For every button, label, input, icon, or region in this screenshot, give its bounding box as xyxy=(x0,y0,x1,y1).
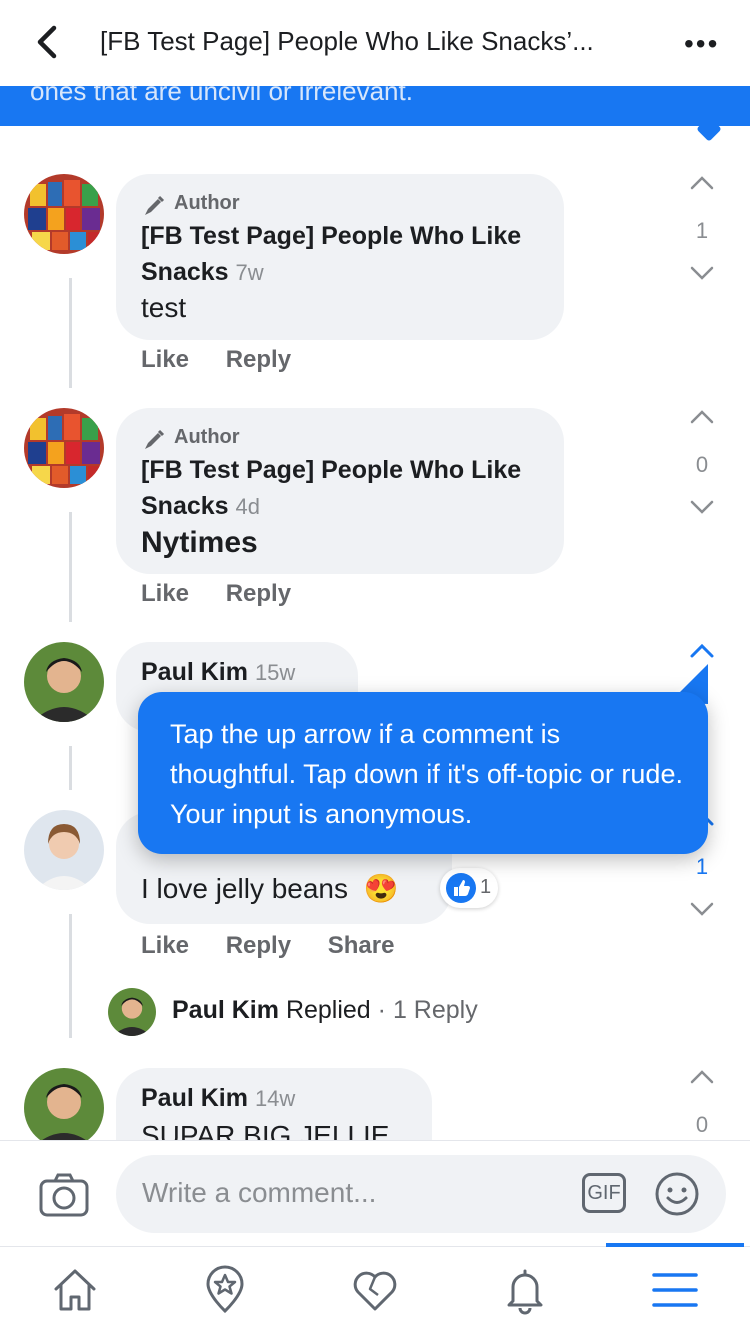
more-options-icon[interactable]: ••• xyxy=(684,28,719,60)
info-banner: ones that are uncivil or irrelevant. xyxy=(0,86,750,126)
comment-composer: Write a comment... GIF xyxy=(0,1140,750,1247)
replies-link[interactable]: Paul Kim Replied · 1 Reply xyxy=(172,996,478,1025)
camera-icon[interactable] xyxy=(38,1171,90,1219)
menu-icon[interactable] xyxy=(650,1265,700,1315)
snacks-avatar-image xyxy=(24,174,104,254)
pencil-icon xyxy=(145,429,165,449)
reply-button[interactable]: Reply xyxy=(226,580,291,607)
downvote-icon[interactable] xyxy=(688,258,716,286)
comment-author-name[interactable]: [FB Test Page] People Who Like Snacks 4d xyxy=(141,452,551,525)
author-name-text: Paul Kim xyxy=(141,658,248,686)
upvote-icon[interactable] xyxy=(688,404,716,432)
comment-bubble[interactable]: Author [FB Test Page] People Who Like Sn… xyxy=(116,408,564,574)
bottom-tab-bar xyxy=(0,1243,750,1335)
comment-time: 7w xyxy=(235,260,264,285)
avatar[interactable] xyxy=(24,642,104,722)
vote-count: 0 xyxy=(695,452,709,477)
notifications-icon[interactable] xyxy=(500,1265,550,1315)
banner-text: ones that are uncivil or irrelevant. xyxy=(30,86,413,106)
comment-text: I love jelly beans 😍 xyxy=(141,872,399,905)
person-avatar-image xyxy=(24,642,104,722)
author-name-text: [FB Test Page] People Who Like Snacks xyxy=(141,456,522,520)
back-arrow-icon[interactable] xyxy=(30,22,70,62)
home-icon[interactable] xyxy=(50,1265,100,1315)
reply-count: · 1 Reply xyxy=(377,996,478,1024)
comment-text: test xyxy=(141,292,187,323)
comment-actions: Like Reply Share xyxy=(141,932,424,960)
comment-placeholder: Write a comment... xyxy=(142,1177,377,1208)
comment-actions: Like Reply xyxy=(141,580,321,608)
reaction-summary[interactable]: 1 xyxy=(440,868,498,908)
share-button[interactable]: Share xyxy=(328,932,395,959)
comment-time: 15w xyxy=(254,660,296,685)
like-button[interactable]: Like xyxy=(141,580,189,607)
vote-count: 1 xyxy=(695,854,709,879)
comment-author-name[interactable]: [FB Test Page] People Who Like Snacks 7w xyxy=(141,218,551,291)
reaction-count: 1 xyxy=(480,876,492,898)
snacks-avatar-image xyxy=(24,408,104,488)
avatar[interactable] xyxy=(24,174,104,254)
comment-author-name[interactable]: Paul Kim 15w xyxy=(141,654,295,691)
author-badge: Author xyxy=(174,426,240,448)
like-button[interactable]: Like xyxy=(141,932,189,959)
active-tab-indicator xyxy=(606,1243,744,1247)
vote-count: 0 xyxy=(695,1112,709,1137)
voting-tooltip[interactable]: Tap the up arrow if a comment is thought… xyxy=(138,692,708,854)
thread-line xyxy=(69,914,72,1038)
like-reaction-icon xyxy=(446,873,476,903)
comment-text: Nytimes xyxy=(141,526,258,559)
pages-icon[interactable] xyxy=(200,1265,250,1315)
avatar[interactable] xyxy=(24,1068,104,1148)
upvote-icon[interactable] xyxy=(688,1064,716,1092)
downvote-icon[interactable] xyxy=(688,894,716,922)
reply-verb: Replied xyxy=(285,996,371,1024)
comment-bubble[interactable]: Author [FB Test Page] People Who Like Sn… xyxy=(116,174,564,340)
heart-eyes-emoji: 😍 xyxy=(363,873,399,904)
avatar[interactable] xyxy=(24,408,104,488)
comment-time: 14w xyxy=(254,1086,296,1111)
comment-text-body: I love jelly beans xyxy=(141,873,349,904)
vote-count: 1 xyxy=(695,218,709,243)
person-avatar-image xyxy=(24,810,104,890)
downvote-icon[interactable] xyxy=(688,492,716,520)
thread-line xyxy=(69,278,72,388)
like-button[interactable]: Like xyxy=(141,346,189,373)
thread-line xyxy=(69,512,72,622)
avatar[interactable] xyxy=(24,810,104,890)
person-avatar-image xyxy=(108,988,156,1036)
reply-button[interactable]: Reply xyxy=(226,932,291,959)
reply-author-name: Paul Kim xyxy=(172,996,279,1024)
thread-line xyxy=(69,746,72,790)
person-avatar-image xyxy=(24,1068,104,1148)
comment-time: 4d xyxy=(235,494,260,519)
comment-actions: Like Reply xyxy=(141,346,321,374)
pencil-icon xyxy=(145,195,165,215)
comment-input[interactable]: Write a comment... GIF xyxy=(116,1155,726,1233)
reply-avatar[interactable] xyxy=(108,988,156,1036)
upvote-icon[interactable] xyxy=(688,638,716,666)
author-badge: Author xyxy=(174,192,240,214)
upvote-icon[interactable] xyxy=(688,170,716,198)
comment-author-name[interactable]: Paul Kim 14w xyxy=(141,1080,295,1117)
dating-icon[interactable] xyxy=(350,1265,400,1315)
author-name-text: [FB Test Page] People Who Like Snacks xyxy=(141,222,522,286)
gif-button[interactable]: GIF xyxy=(582,1173,626,1213)
top-bar: [FB Test Page] People Who Like Snacks’..… xyxy=(0,0,750,86)
reply-button[interactable]: Reply xyxy=(226,346,291,373)
tooltip-text: Tap the up arrow if a comment is thought… xyxy=(170,719,683,829)
author-name-text: Paul Kim xyxy=(141,1084,248,1112)
emoji-icon[interactable] xyxy=(654,1171,700,1217)
page-title: [FB Test Page] People Who Like Snacks’..… xyxy=(100,26,594,56)
